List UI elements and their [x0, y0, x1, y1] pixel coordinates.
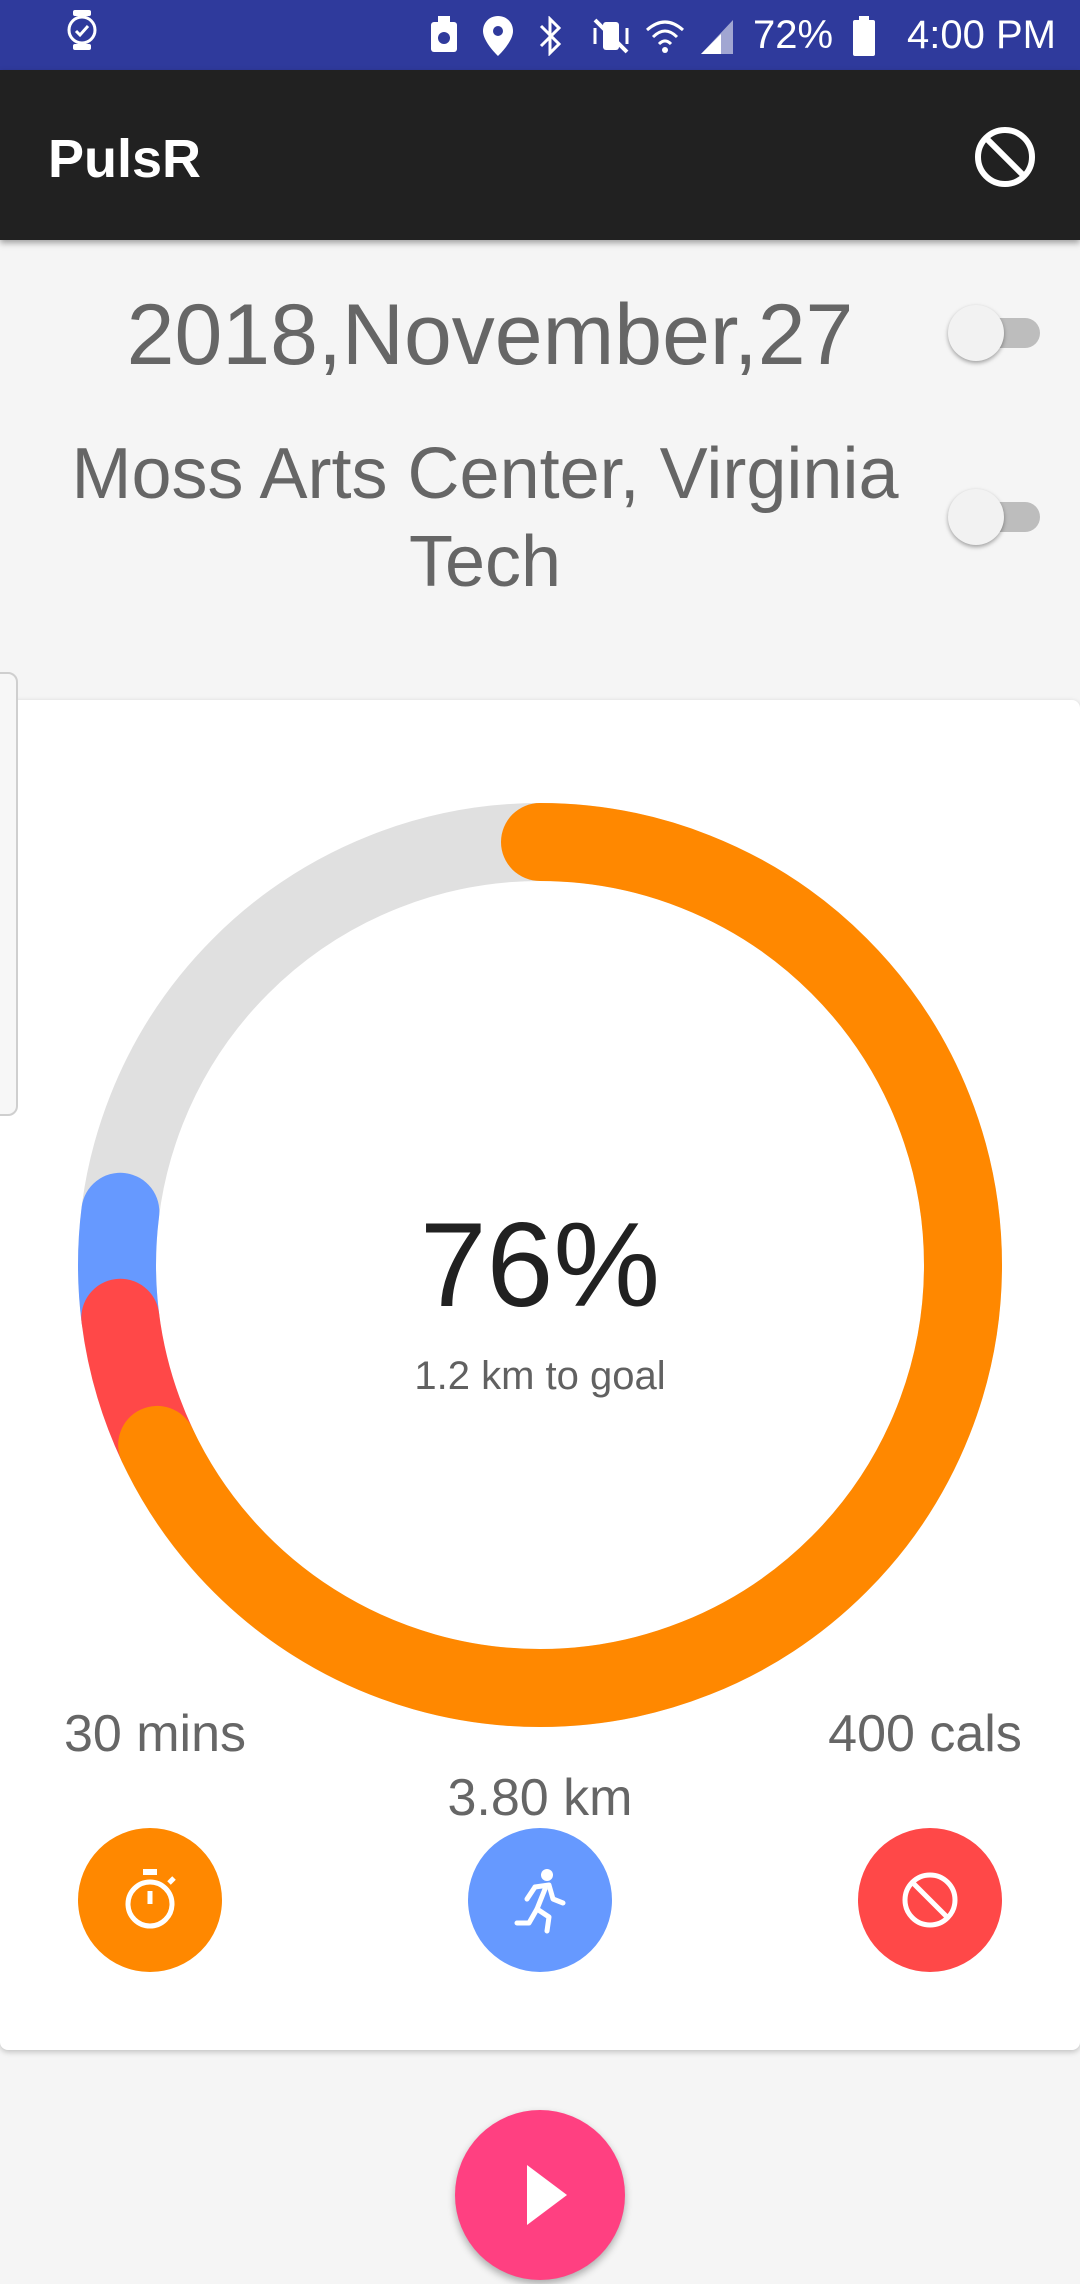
distance-button[interactable]	[468, 1828, 612, 1972]
calories-stat-label: 400 cals	[828, 1705, 1022, 1763]
progress-subtitle: 1.2 km to goal	[414, 1354, 666, 1398]
distance-stat-label: 3.80 km	[447, 1769, 633, 1827]
running-icon	[514, 1869, 566, 1934]
block-icon	[902, 1872, 958, 1928]
play-icon	[527, 2165, 567, 2225]
stopwatch-icon	[125, 1869, 176, 1929]
calories-button[interactable]	[858, 1828, 1002, 1972]
time-button[interactable]	[78, 1828, 222, 1972]
start-workout-button[interactable]	[455, 2110, 625, 2280]
progress-percent: 76%	[419, 1198, 661, 1332]
time-stat-label: 30 mins	[63, 1705, 247, 1763]
